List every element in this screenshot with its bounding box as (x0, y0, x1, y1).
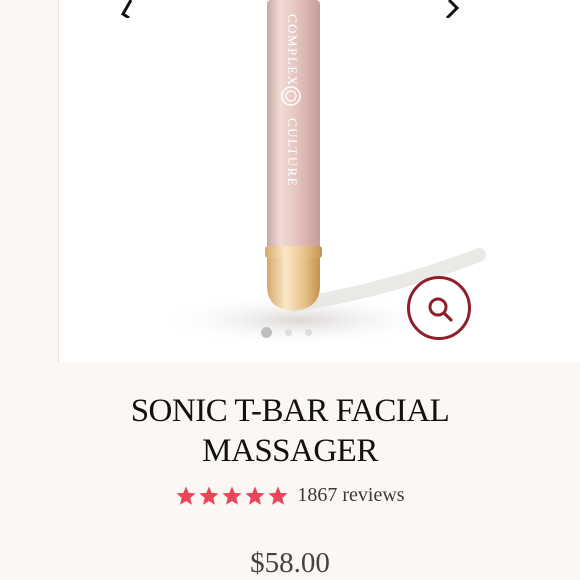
product-title: SONIC T-BAR FACIAL MASSAGER (0, 391, 580, 471)
slide-dot-2[interactable] (285, 329, 292, 336)
product-page: COMPLEX CULTURE SONIC T-BAR FACIAL MASSA… (0, 0, 580, 580)
product-price: $58.00 (250, 547, 330, 579)
star-icon (245, 485, 266, 505)
slide-dot-1[interactable] (261, 327, 272, 338)
star-rating[interactable] (175, 485, 289, 507)
magnifier-icon (428, 297, 453, 322)
next-image-button[interactable] (429, 0, 475, 18)
product-title-line-1: SONIC T-BAR FACIAL (130, 393, 450, 429)
brand-logo: COMPLEX (285, 14, 300, 87)
svg-text:COMPLEX: COMPLEX (285, 14, 300, 87)
chevron-left-icon (121, 0, 133, 18)
product-rating: 1867 reviews (0, 484, 580, 507)
svg-text:CULTURE: CULTURE (285, 118, 300, 187)
chevron-right-icon (445, 0, 460, 18)
reviews-link[interactable]: 1867 reviews (297, 484, 404, 507)
gallery-pagination (261, 327, 312, 338)
previous-image-button[interactable] (101, 0, 147, 18)
star-icon (222, 485, 243, 505)
star-icon (268, 485, 289, 505)
star-icon (199, 485, 220, 505)
product-image: COMPLEX CULTURE (159, 0, 486, 346)
product-image-gallery[interactable]: COMPLEX CULTURE (58, 0, 580, 362)
slide-dot-3[interactable] (305, 329, 312, 336)
zoom-button[interactable] (407, 276, 471, 340)
star-icon (176, 485, 197, 505)
product-title-line-2: MASSAGER (202, 433, 378, 469)
